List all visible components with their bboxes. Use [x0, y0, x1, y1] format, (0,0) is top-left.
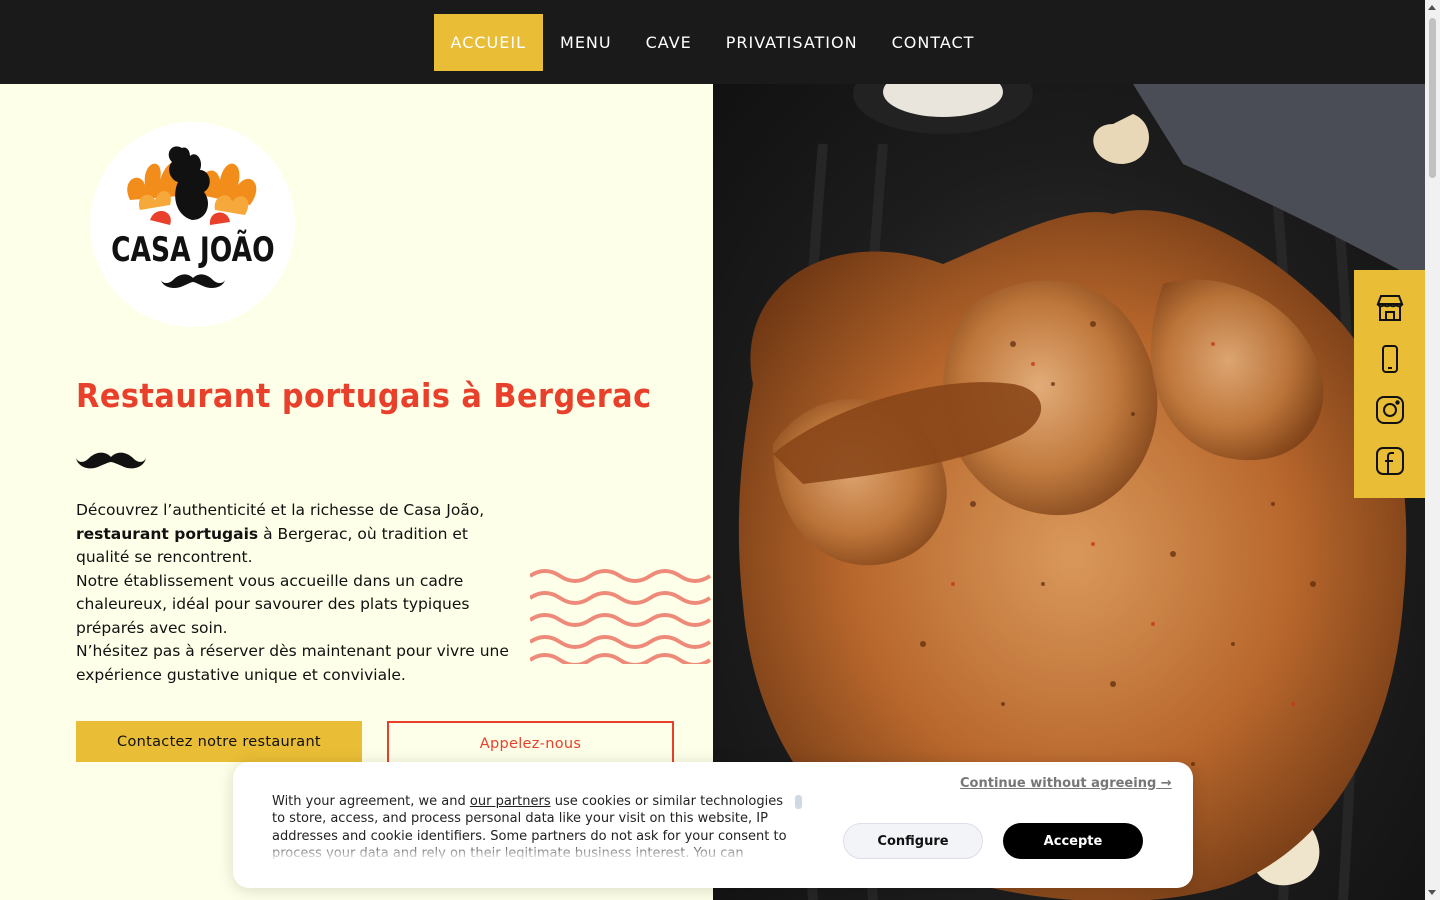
text-fade — [272, 841, 797, 859]
facebook-icon[interactable] — [1373, 444, 1407, 478]
intro-paragraph-3: N’hésitez pas à réserver dès maintenant … — [76, 642, 509, 684]
cookie-consent-banner: Continue without agreeing → With your ag… — [233, 762, 1193, 888]
nav-item-menu[interactable]: MENU — [543, 14, 629, 71]
accept-button[interactable]: Accepte — [1003, 823, 1143, 859]
intro-paragraph-1-bold: restaurant portugais — [76, 524, 259, 543]
scroll-up-arrow-icon[interactable] — [1428, 5, 1436, 10]
intro-paragraph-2: Notre établissement vous accueille dans … — [76, 571, 470, 637]
cookie-text-scroll-indicator[interactable] — [795, 795, 802, 809]
cookie-consent-text: With your agreement, we and our partners… — [272, 793, 797, 859]
social-sidebar — [1354, 270, 1425, 498]
contact-restaurant-button[interactable]: Contactez notre restaurant — [76, 721, 362, 762]
main-nav: ACCUEIL MENU CAVE PRIVATISATION CONTACT — [0, 0, 1425, 84]
continue-without-agreeing-link[interactable]: Continue without agreeing → — [960, 776, 1172, 791]
mustache-icon — [76, 452, 146, 469]
page-scrollbar[interactable] — [1425, 0, 1440, 900]
intro-text: Découvrez l’authenticité et la richesse … — [76, 499, 521, 687]
logo-mustache-icon — [160, 273, 225, 288]
configure-button[interactable]: Configure — [843, 823, 983, 859]
cookie-text-pre: With your agreement, we and — [272, 794, 470, 809]
call-us-button[interactable]: Appelez-nous — [387, 721, 674, 767]
nav-item-contact[interactable]: CONTACT — [875, 14, 992, 71]
casa-joao-logo[interactable]: CASA JOÃO — [90, 122, 295, 327]
decorative-waves — [530, 569, 712, 664]
partners-link[interactable]: our partners — [470, 794, 551, 809]
flame-rooster-icon — [127, 146, 257, 225]
intro-paragraph-1-pre: Découvrez l’authenticité et la richesse … — [76, 501, 485, 519]
nav-item-privatisation[interactable]: PRIVATISATION — [709, 14, 875, 71]
instagram-icon[interactable] — [1373, 393, 1407, 427]
scrollbar-thumb[interactable] — [1429, 18, 1436, 178]
nav-item-cave[interactable]: CAVE — [629, 14, 709, 71]
nav-item-accueil[interactable]: ACCUEIL — [433, 13, 544, 71]
page-title: Restaurant portugais à Bergerac — [76, 376, 652, 415]
scroll-down-arrow-icon[interactable] — [1428, 890, 1436, 895]
restaurant-store-icon[interactable] — [1373, 291, 1407, 325]
logo-text: CASA JOÃO — [110, 229, 275, 270]
phone-icon[interactable] — [1373, 342, 1407, 376]
